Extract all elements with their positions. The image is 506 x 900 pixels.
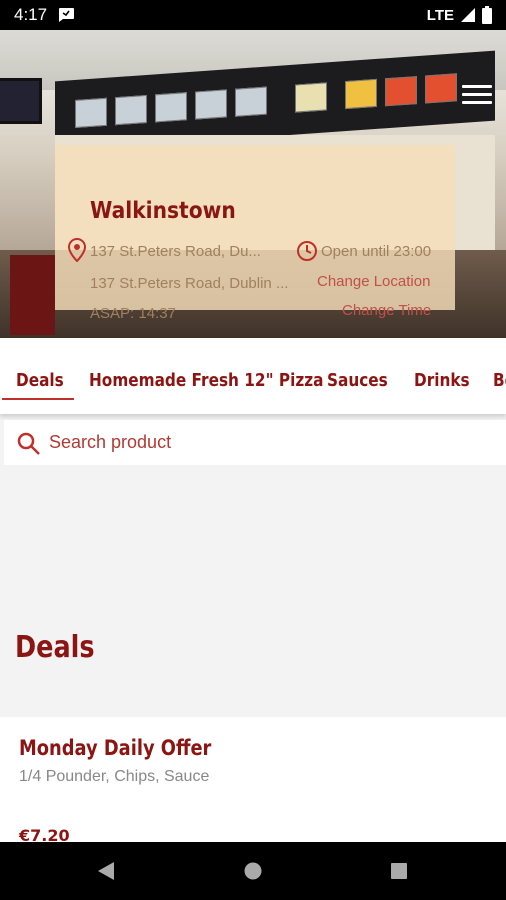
active-tab-indicator (2, 398, 74, 400)
location-pin-icon (68, 238, 86, 262)
product-description: 1/4 Pounder, Chips, Sauce (19, 768, 210, 785)
tab-deals[interactable]: Deals (16, 370, 64, 391)
wall-tv (0, 78, 42, 124)
clock-icon (297, 241, 317, 261)
change-location-link[interactable]: Change Location (317, 273, 430, 290)
network-type: LTE (426, 6, 454, 24)
message-notification-icon (59, 8, 75, 22)
change-time-link[interactable]: Change Time (342, 302, 431, 319)
category-tabs: Deals Homemade Fresh 12" Pizza Sauces Dr… (0, 338, 506, 414)
home-icon[interactable] (244, 862, 262, 880)
battery-icon (482, 6, 492, 24)
tab-drinks[interactable]: Drinks (414, 370, 470, 391)
tab-sauces[interactable]: Sauces (327, 370, 388, 391)
status-bar: 4:17 LTE (0, 0, 506, 30)
search-input[interactable]: Search product (49, 432, 171, 453)
order-time: ASAP: 14:37 (90, 305, 176, 322)
tab-more[interactable]: Bo (493, 370, 506, 391)
status-time: 4:17 (14, 5, 48, 24)
store-address-full: 137 St.Peters Road, Dublin ... (90, 275, 289, 292)
recents-icon[interactable] (391, 863, 407, 879)
back-icon[interactable] (97, 861, 115, 881)
tab-homemade-pizza[interactable]: Homemade Fresh 12" Pizza (89, 370, 323, 391)
product-name: Monday Daily Offer (19, 736, 212, 760)
search-icon (17, 432, 40, 455)
burger-poster (10, 255, 55, 335)
store-hours: Open until 23:00 (321, 243, 432, 260)
status-right: LTE (427, 6, 492, 24)
system-nav-bar (0, 842, 506, 900)
store-name: Walkinstown (90, 198, 236, 224)
status-left: 4:17 (14, 5, 75, 25)
signal-icon (461, 8, 475, 22)
menu-hamburger-icon[interactable] (462, 85, 492, 107)
store-address-short: 137 St.Peters Road, Du... (90, 243, 261, 260)
section-title-deals: Deals (15, 630, 95, 665)
